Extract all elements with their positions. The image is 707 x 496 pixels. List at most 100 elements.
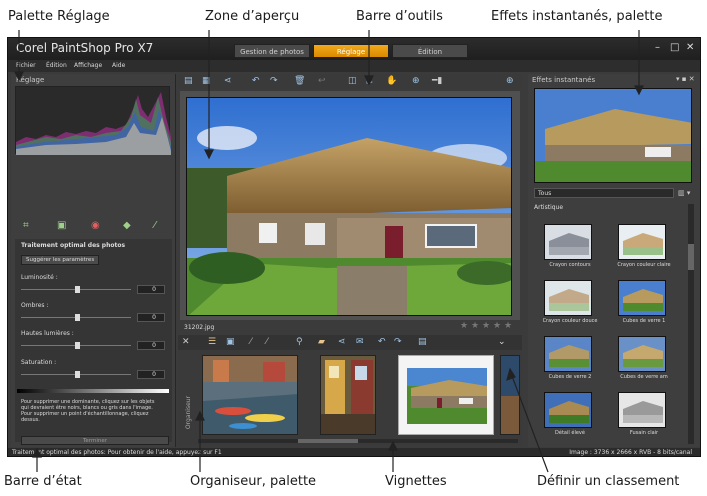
save-as-icon[interactable]: ▦ [202,76,211,86]
slider-label-saturation: Saturation : [21,359,57,366]
rotate-right-icon[interactable]: ↷ [270,76,278,86]
zoom-actual-icon[interactable]: ⊕ [506,76,514,86]
edit-icon[interactable]: ⁄ [266,337,268,347]
effect-item[interactable]: Crayon couleur douce [538,280,602,324]
effects-scrollbar[interactable] [688,204,694,444]
slider-highlights[interactable] [75,342,80,349]
organizer-scrollbar[interactable] [198,439,518,443]
effect-item[interactable]: Crayon couleur claire [612,224,676,268]
maximize-button[interactable]: □ [670,42,679,53]
slider-label-highlights: Hautes lumières : [21,330,74,337]
rotate-right-organizer-icon[interactable]: ↷ [394,337,402,347]
pan-icon[interactable]: ✋ [386,76,397,86]
effect-item[interactable]: Cubes de verre am [612,336,676,380]
suggest-settings-button[interactable]: Suggérer les paramètres [21,255,100,265]
menu-file[interactable]: Fichier [16,62,36,69]
highlights-value[interactable]: 0 [137,341,165,350]
menu-bar: Fichier Édition Affichage Aide [8,60,700,72]
apply-button[interactable]: Terminer [21,436,169,445]
status-help-text: Traitement optimal des photos: Pour obte… [12,449,222,456]
organizer-toolbar: ✕ ☰ ▣ ⁄ ⁄ ⚲ ▰ ⋖ ✉ ↶ ↷ ▤ ⌄ [178,335,522,350]
callout-rating: Définir un classement [537,474,680,489]
effect-label: Cubes de verre am [620,374,668,380]
tags-icon[interactable]: ☰ [208,337,216,347]
straighten-icon[interactable]: ▣ [57,220,66,231]
thumbnail-3-selected[interactable] [398,355,494,435]
email-icon[interactable]: ✉ [356,337,364,347]
effects-scroll-thumb[interactable] [688,244,694,270]
brightness-value[interactable]: 0 [137,285,165,294]
map-icon[interactable]: ▣ [226,337,235,347]
rating-star-2[interactable]: ★ [471,321,479,331]
zoom-slider-icon[interactable]: ━▮ [432,76,442,86]
slider-brightness[interactable] [75,286,80,293]
undo-icon[interactable]: ↩ [318,76,326,86]
rotate-left-icon[interactable]: ↶ [252,76,260,86]
organizer-close-icon[interactable]: ✕ [182,337,190,347]
effect-label: Cubes de verre 2 [548,374,592,380]
save-icon[interactable]: ▤ [184,76,193,86]
app-title: Corel PaintShop Pro X7 [16,41,154,55]
retouch-icon[interactable]: ◆ [123,220,131,231]
minimize-button[interactable]: – [655,42,660,53]
effect-label: Fusain clair [629,430,659,436]
rotate-left-organizer-icon[interactable]: ↶ [378,337,386,347]
slideshow-icon[interactable]: ▤ [418,337,427,347]
tab-manage[interactable]: Gestion de photos [234,44,310,58]
effect-item[interactable]: Détail élevé [538,392,602,436]
saturation-value[interactable]: 0 [137,370,165,379]
status-bar: Traitement optimal des photos: Pour obte… [8,448,700,456]
slider-saturation[interactable] [75,371,80,378]
effect-item[interactable]: Cubes de verre 1 [612,280,676,324]
close-button[interactable]: ✕ [686,42,694,53]
histogram [15,86,171,155]
effect-thumbnail [544,392,592,428]
rating-star-3[interactable]: ★ [482,321,490,331]
fit-window-icon[interactable]: ⛶ [366,76,372,86]
thumbnail-4-partial[interactable] [500,355,520,435]
effect-label: Cubes de verre 1 [622,318,666,324]
flatten-icon[interactable]: ⁄ [154,220,156,231]
share-organizer-icon[interactable]: ⋖ [338,337,346,347]
effect-preview [534,88,692,183]
thumbnail-1[interactable] [202,355,298,435]
slider-label-brightness: Luminosité : [21,274,58,281]
zoom-icon[interactable]: ⊕ [412,76,420,86]
expand-organizer-icon[interactable]: ⌄ [498,337,506,347]
effect-item[interactable]: Crayon contours [538,224,602,268]
effect-thumbnail [544,280,592,316]
menu-edit[interactable]: Édition [46,62,67,69]
info-icon[interactable]: ⁄ [250,337,252,347]
tab-adjust[interactable]: Réglage [313,44,389,58]
effect-label: Détail élevé [555,430,585,436]
callout-adjust-palette: Palette Réglage [8,9,110,24]
effects-category-dropdown[interactable]: Tous [534,188,674,198]
callout-organizer: Organiseur, palette [190,474,317,489]
before-after-icon[interactable]: ◫ [348,76,357,86]
rating-star-5[interactable]: ★ [504,321,512,331]
organizer-scroll-thumb[interactable] [298,439,358,443]
preview-photo[interactable] [186,97,512,316]
share-icon[interactable]: ⋖ [224,76,232,86]
tab-edit[interactable]: Édition [392,44,468,58]
effect-item[interactable]: Cubes de verre 2 [538,336,602,380]
shadows-value[interactable]: 0 [137,313,165,322]
smart-photo-fix-heading: Traitement optimal des photos [21,242,126,249]
rating-star-1[interactable]: ★ [460,321,468,331]
rating-star-4[interactable]: ★ [493,321,501,331]
folder-icon[interactable]: ▰ [318,337,325,347]
red-eye-icon[interactable]: ◉ [91,220,100,231]
slider-shadows[interactable] [75,314,80,321]
menu-help[interactable]: Aide [112,62,125,69]
crop-icon[interactable]: ⌗ [23,220,29,231]
effects-options-icon[interactable]: ▥ ▾ [678,189,690,197]
instant-effects-palette: Effets instantanés ▾ ▪ ✕ Tous ▥ ▾ Artist… [528,74,700,447]
thumbnail-2[interactable] [320,355,376,435]
filename-label: 31202.jpg [184,324,215,331]
callout-preview-zone: Zone d’aperçu [205,9,300,24]
effect-item[interactable]: Fusain clair [612,392,676,436]
menu-view[interactable]: Affichage [74,62,102,69]
palette-menu-icon[interactable]: ▾ ▪ ✕ [676,75,695,83]
filter-icon[interactable]: ⚲ [296,337,303,347]
delete-icon[interactable]: 🗑 [294,76,305,86]
